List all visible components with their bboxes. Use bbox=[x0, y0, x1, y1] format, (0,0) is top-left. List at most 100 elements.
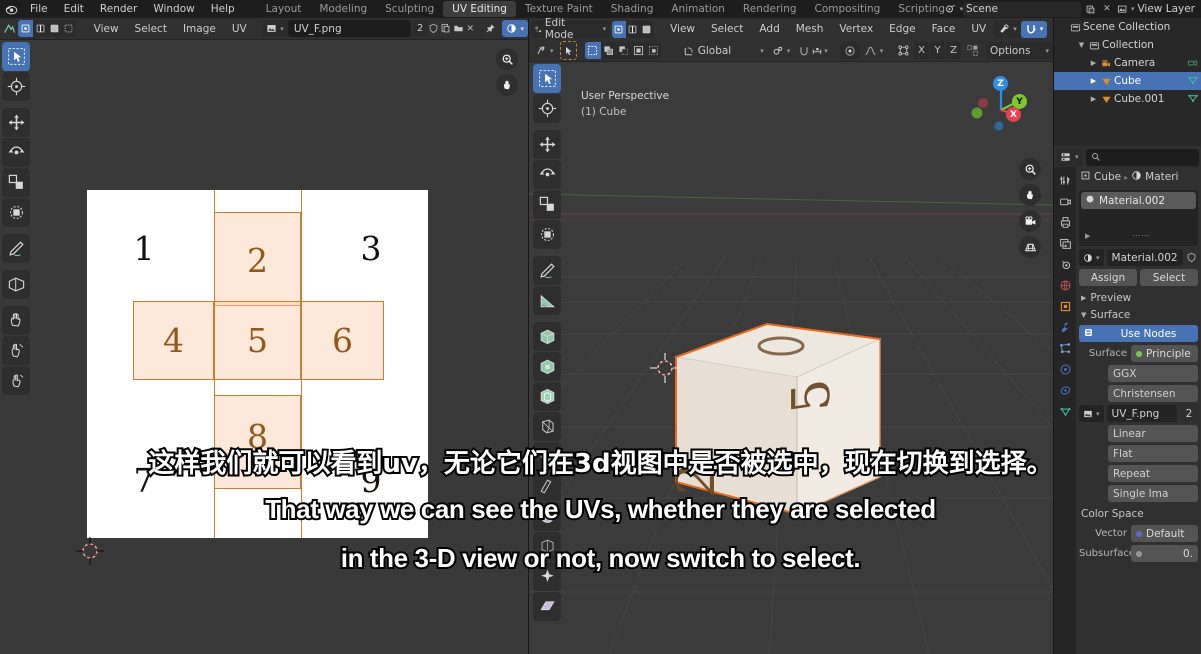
properties-tab-output[interactable] bbox=[1055, 212, 1075, 233]
scene-icon[interactable] bbox=[943, 2, 959, 17]
uv-tool-grab[interactable] bbox=[2, 306, 30, 335]
uv-tool-scale[interactable] bbox=[2, 168, 30, 197]
material-slot-list[interactable]: Material.002 ▶ ⋯⋯ bbox=[1079, 190, 1198, 246]
properties-tab-modifier[interactable] bbox=[1055, 317, 1075, 338]
mesh-edge-select-icon[interactable] bbox=[625, 20, 640, 38]
source-value[interactable]: Single Ima bbox=[1108, 485, 1198, 502]
v3d-tool-knife[interactable] bbox=[533, 472, 561, 501]
v3d-tool-bevel[interactable] bbox=[533, 412, 561, 441]
v3d-menu-uv[interactable]: UV bbox=[963, 18, 994, 40]
texture-image-name[interactable]: UV_F.png bbox=[1106, 405, 1177, 422]
viewport-zoom-button[interactable] bbox=[1019, 158, 1041, 180]
v3d-tool-cursor[interactable] bbox=[533, 94, 561, 123]
axis-lock-x[interactable]: X bbox=[914, 42, 930, 59]
select-intersect-icon[interactable] bbox=[645, 42, 661, 59]
v3d-tool-scale[interactable] bbox=[533, 190, 561, 219]
v3d-tool-add-cube[interactable] bbox=[533, 322, 561, 351]
outliner-row-camera[interactable]: ▶ Camera bbox=[1054, 54, 1201, 72]
uv-menu-select[interactable]: Select bbox=[127, 18, 175, 40]
v3d-menu-edge[interactable]: Edge bbox=[881, 18, 923, 40]
viewport-mode-dropdown[interactable]: Edit Mode ▾ bbox=[531, 17, 611, 41]
proportional-edit-icon[interactable] bbox=[839, 42, 860, 59]
v3d-tool-measure[interactable] bbox=[533, 286, 561, 315]
properties-tab-object[interactable] bbox=[1055, 296, 1075, 317]
v3d-tool-transform[interactable] bbox=[533, 220, 561, 249]
pivot-point-dropdown[interactable]: ▾ bbox=[768, 42, 795, 59]
material-name-field[interactable]: Material.002 bbox=[1106, 249, 1183, 266]
axis-lock-z[interactable]: Z bbox=[946, 42, 962, 59]
visibility-eye-dropdown-icon[interactable]: ▾ bbox=[994, 20, 1021, 38]
tab-shading[interactable]: Shading bbox=[602, 1, 663, 17]
projection-value[interactable]: Flat bbox=[1108, 445, 1198, 462]
v3d-menu-add[interactable]: Add bbox=[751, 18, 787, 40]
v3d-menu-view[interactable]: View bbox=[662, 18, 703, 40]
v3d-tool-tweak[interactable] bbox=[533, 64, 561, 93]
material-slot-grip[interactable]: ⋯⋯ bbox=[1132, 231, 1150, 240]
new-scene-copy-icon[interactable] bbox=[1083, 2, 1099, 17]
vertex-select-icon[interactable] bbox=[18, 20, 33, 37]
v3d-tool-poly-build[interactable] bbox=[533, 502, 561, 531]
properties-tab-constraints[interactable] bbox=[1055, 380, 1075, 401]
mesh-vertex-select-icon[interactable] bbox=[612, 20, 626, 38]
preview-panel-header[interactable]: ▶ Preview bbox=[1076, 289, 1201, 306]
expander-closed-icon[interactable]: ▶ bbox=[1088, 77, 1099, 85]
unlink-close-icon[interactable]: ✕ bbox=[464, 21, 476, 36]
uv-sync-icon[interactable] bbox=[895, 43, 911, 58]
material-shield-icon[interactable] bbox=[1186, 250, 1198, 265]
gizmo-axis-z[interactable]: Z bbox=[993, 76, 1008, 91]
v3d-tool-smooth[interactable] bbox=[533, 562, 561, 591]
extension-value[interactable]: Repeat bbox=[1108, 465, 1198, 482]
uv-tool-rotate[interactable] bbox=[2, 138, 30, 167]
uv-tool-annotate[interactable] bbox=[2, 234, 30, 263]
transform-orientation-dropdown[interactable]: Global ▾ bbox=[679, 42, 768, 59]
tab-sculpting[interactable]: Sculpting bbox=[376, 1, 443, 17]
cube-mesh[interactable]: 2 5 bbox=[529, 62, 1053, 654]
v3d-tool-move[interactable] bbox=[533, 130, 561, 159]
uv-tool-relax[interactable] bbox=[2, 336, 30, 365]
uv-canvas[interactable]: 1 3 7 9 2 4 5 6 8 bbox=[0, 40, 528, 654]
uv-tool-rip-region[interactable] bbox=[2, 270, 30, 299]
mirror-icon[interactable] bbox=[964, 43, 980, 58]
properties-tab-view-layer[interactable] bbox=[1055, 233, 1075, 254]
select-button[interactable]: Select bbox=[1140, 269, 1198, 286]
uv-tool-move[interactable] bbox=[2, 108, 30, 137]
v3d-menu-vertex[interactable]: Vertex bbox=[831, 18, 881, 40]
tab-uv-editing[interactable]: UV Editing bbox=[443, 1, 516, 17]
snap-dropdown[interactable]: ▾ bbox=[794, 42, 832, 59]
menu-help[interactable]: Help bbox=[203, 0, 243, 18]
v3d-tool-loop-cut[interactable] bbox=[533, 442, 561, 471]
material-browse-icon[interactable]: ▾ bbox=[1079, 249, 1104, 266]
tab-layout[interactable]: Layout bbox=[257, 1, 311, 17]
menu-render[interactable]: Render bbox=[92, 0, 145, 18]
image-name-field[interactable]: UV_F.png bbox=[287, 20, 411, 37]
menu-window[interactable]: Window bbox=[145, 0, 202, 18]
properties-tab-tool[interactable] bbox=[1055, 170, 1075, 191]
properties-editor-icon[interactable]: ▾ bbox=[1056, 148, 1083, 166]
image-browse-icon[interactable]: ▾ bbox=[262, 20, 288, 37]
remove-scene-close-icon[interactable]: ✕ bbox=[1099, 2, 1115, 17]
tab-rendering[interactable]: Rendering bbox=[734, 1, 806, 17]
expander-closed-icon[interactable]: ▶ bbox=[1088, 59, 1099, 67]
editor-cursor-icon[interactable]: ▾ bbox=[531, 42, 558, 59]
mesh-face-select-icon[interactable] bbox=[639, 20, 653, 38]
uv-tool-pinch[interactable] bbox=[2, 366, 30, 395]
subsurface-method-value[interactable]: Christensen bbox=[1108, 385, 1198, 402]
v3d-menu-mesh[interactable]: Mesh bbox=[788, 18, 832, 40]
properties-tab-render[interactable] bbox=[1055, 191, 1075, 212]
v3d-tool-spin[interactable] bbox=[533, 532, 561, 561]
mesh-data-icon[interactable] bbox=[1187, 74, 1199, 86]
uv-menu-uv[interactable]: UV bbox=[224, 18, 255, 40]
viewport-pan-button[interactable] bbox=[1019, 184, 1041, 206]
island-select-icon[interactable] bbox=[61, 20, 77, 37]
image-browse-icon[interactable]: ▾ bbox=[1079, 405, 1104, 422]
uv-menu-view[interactable]: View bbox=[86, 18, 127, 40]
v3d-tool-shear[interactable] bbox=[533, 592, 561, 621]
navigation-gizmo[interactable]: Z Y X bbox=[963, 70, 1039, 146]
uv-editor-type-icon[interactable] bbox=[2, 20, 16, 37]
uv-tool-cursor[interactable] bbox=[2, 72, 30, 101]
v3d-tool-annotate[interactable] bbox=[533, 256, 561, 285]
v3d-tool-inset-faces[interactable] bbox=[533, 382, 561, 411]
v3d-menu-select[interactable]: Select bbox=[703, 18, 751, 40]
breadcrumb-object-label[interactable]: Cube bbox=[1094, 171, 1121, 183]
surface-panel-header[interactable]: ▼ Surface bbox=[1076, 306, 1201, 323]
